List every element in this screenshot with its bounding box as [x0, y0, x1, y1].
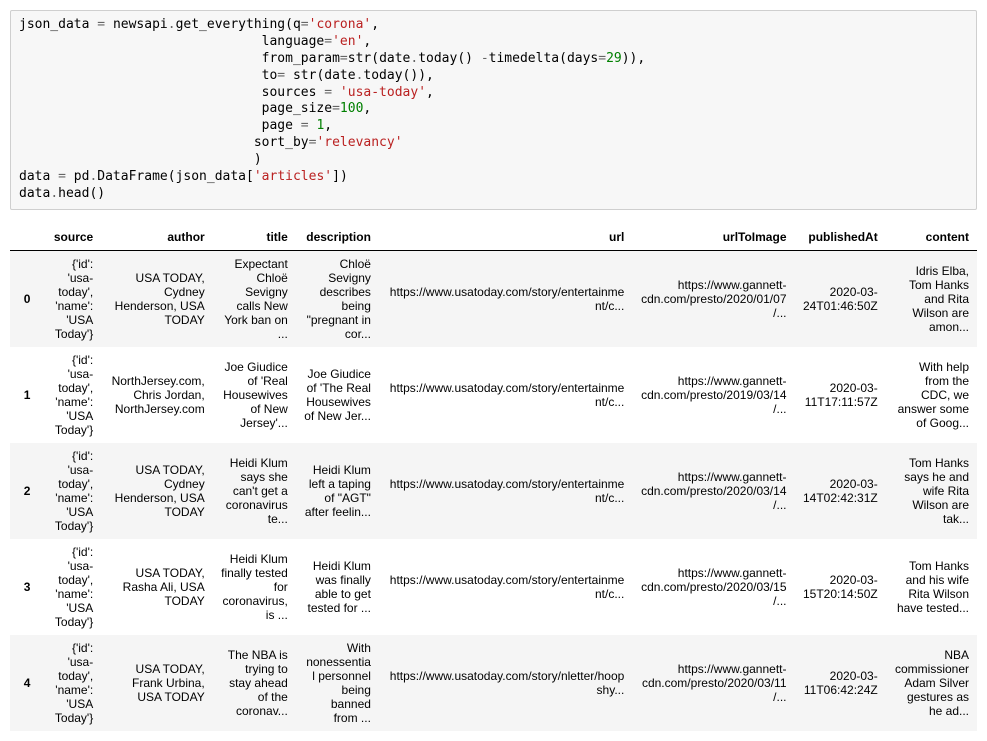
- cell-title: Joe Giudice of 'Real Housewives of New J…: [213, 347, 296, 443]
- cell-url: https://www.usatoday.com/story/entertain…: [379, 443, 632, 539]
- cell-source: {'id': 'usa-today', 'name': 'USA Today'}: [38, 539, 101, 635]
- arg-sort-by: 'relevancy': [316, 135, 402, 150]
- arg-language: 'en': [332, 34, 363, 49]
- cell-description: Chloë Sevigny describes being "pregnant …: [296, 250, 379, 347]
- cell-title: The NBA is trying to stay ahead of the c…: [213, 635, 296, 731]
- cell-content: NBA commissioner Adam Silver gestures as…: [886, 635, 977, 731]
- cell-author: USA TODAY, Rasha Ali, USA TODAY: [101, 539, 212, 635]
- cell-source: {'id': 'usa-today', 'name': 'USA Today'}: [38, 347, 101, 443]
- cell-source: {'id': 'usa-today', 'name': 'USA Today'}: [38, 635, 101, 731]
- row-index: 4: [10, 635, 38, 731]
- arg-days: 29: [606, 51, 622, 66]
- cell-publishedat: 2020-03-24T01:46:50Z: [795, 250, 886, 347]
- cell-publishedat: 2020-03-15T20:14:50Z: [795, 539, 886, 635]
- table-row: 3 {'id': 'usa-today', 'name': 'USA Today…: [10, 539, 977, 635]
- cell-publishedat: 2020-03-14T02:42:31Z: [795, 443, 886, 539]
- cell-urltoimage: https://www.gannett-cdn.com/presto/2019/…: [632, 347, 794, 443]
- cell-urltoimage: https://www.gannett-cdn.com/presto/2020/…: [632, 539, 794, 635]
- cell-author: USA TODAY, Cydney Henderson, USA TODAY: [101, 443, 212, 539]
- header-row: source author title description url urlT…: [10, 224, 977, 251]
- arg-page-size: 100: [340, 101, 363, 116]
- cell-title: Heidi Klum says she can't get a coronavi…: [213, 443, 296, 539]
- cell-publishedat: 2020-03-11T17:11:57Z: [795, 347, 886, 443]
- dataframe-output: source author title description url urlT…: [10, 224, 977, 731]
- code-cell[interactable]: json_data = newsapi.get_everything(q='co…: [10, 10, 977, 210]
- row-index: 0: [10, 250, 38, 347]
- arg-sources: 'usa-today': [340, 85, 426, 100]
- row-index: 1: [10, 347, 38, 443]
- header-url: url: [379, 224, 632, 251]
- cell-urltoimage: https://www.gannett-cdn.com/presto/2020/…: [632, 250, 794, 347]
- header-title: title: [213, 224, 296, 251]
- header-publishedat: publishedAt: [795, 224, 886, 251]
- cell-content: With help from the CDC, we answer some o…: [886, 347, 977, 443]
- cell-source: {'id': 'usa-today', 'name': 'USA Today'}: [38, 443, 101, 539]
- table-row: 1 {'id': 'usa-today', 'name': 'USA Today…: [10, 347, 977, 443]
- cell-url: https://www.usatoday.com/story/nletter/h…: [379, 635, 632, 731]
- cell-publishedat: 2020-03-11T06:42:24Z: [795, 635, 886, 731]
- arg-q: 'corona': [309, 17, 372, 32]
- header-source: source: [38, 224, 101, 251]
- cell-urltoimage: https://www.gannett-cdn.com/presto/2020/…: [632, 443, 794, 539]
- cell-description: Heidi Klum left a taping of "AGT" after …: [296, 443, 379, 539]
- header-description: description: [296, 224, 379, 251]
- cell-description: Joe Giudice of 'The Real Housewives of N…: [296, 347, 379, 443]
- cell-author: USA TODAY, Frank Urbina, USA TODAY: [101, 635, 212, 731]
- cell-url: https://www.usatoday.com/story/entertain…: [379, 347, 632, 443]
- dict-key: 'articles': [254, 169, 332, 184]
- header-index: [10, 224, 38, 251]
- cell-description: With nonessential personnel being banned…: [296, 635, 379, 731]
- header-urltoimage: urlToImage: [632, 224, 794, 251]
- row-index: 3: [10, 539, 38, 635]
- header-author: author: [101, 224, 212, 251]
- cell-url: https://www.usatoday.com/story/entertain…: [379, 250, 632, 347]
- cell-content: Tom Hanks says he and wife Rita Wilson a…: [886, 443, 977, 539]
- table-row: 0 {'id': 'usa-today', 'name': 'USA Today…: [10, 250, 977, 347]
- row-index: 2: [10, 443, 38, 539]
- cell-url: https://www.usatoday.com/story/entertain…: [379, 539, 632, 635]
- table-row: 2 {'id': 'usa-today', 'name': 'USA Today…: [10, 443, 977, 539]
- table-row: 4 {'id': 'usa-today', 'name': 'USA Today…: [10, 635, 977, 731]
- cell-description: Heidi Klum was finally able to get teste…: [296, 539, 379, 635]
- cell-title: Heidi Klum finally tested for coronaviru…: [213, 539, 296, 635]
- cell-author: NorthJersey.com, Chris Jordan, NorthJers…: [101, 347, 212, 443]
- cell-content: Tom Hanks and his wife Rita Wilson have …: [886, 539, 977, 635]
- header-content: content: [886, 224, 977, 251]
- cell-author: USA TODAY, Cydney Henderson, USA TODAY: [101, 250, 212, 347]
- cell-urltoimage: https://www.gannett-cdn.com/presto/2020/…: [632, 635, 794, 731]
- cell-source: {'id': 'usa-today', 'name': 'USA Today'}: [38, 250, 101, 347]
- cell-title: Expectant Chloë Sevigny calls New York b…: [213, 250, 296, 347]
- cell-content: Idris Elba, Tom Hanks and Rita Wilson ar…: [886, 250, 977, 347]
